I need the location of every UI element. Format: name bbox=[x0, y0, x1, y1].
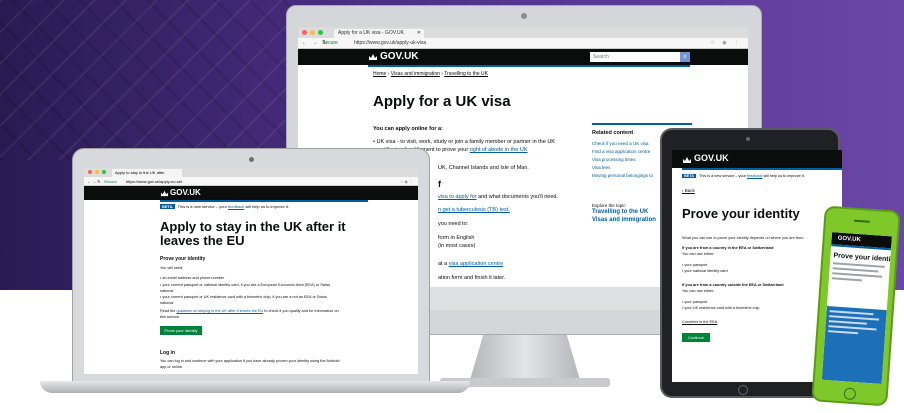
phone-speaker bbox=[853, 219, 870, 223]
phone-home-button bbox=[843, 387, 857, 401]
search-icon[interactable]: ⌕ bbox=[680, 52, 690, 62]
list-item: • your national identity card bbox=[682, 269, 728, 273]
gov-header: GOV.UK bbox=[672, 150, 842, 168]
feedback-link[interactable]: feedback bbox=[747, 174, 762, 178]
list-item: UK visa - to visit, work, study or join … bbox=[373, 138, 583, 146]
crown-icon bbox=[160, 190, 169, 197]
secure-label: Secure bbox=[104, 179, 117, 184]
non-eea-heading: If you are from a country outside the EE… bbox=[682, 283, 784, 287]
list-item: • an email address and phone number bbox=[160, 276, 225, 280]
govuk-logo[interactable]: GOV.UK bbox=[694, 153, 729, 163]
section-heading: Prove your identity bbox=[160, 256, 206, 262]
most-cases-text: (in most cases) bbox=[438, 243, 476, 249]
finish-later-text: ation form and finish it later. bbox=[438, 275, 506, 281]
monitor-stand bbox=[470, 335, 580, 380]
need-text: you need to: bbox=[438, 221, 469, 227]
login-heading: Log in bbox=[160, 350, 175, 356]
browser-toolbar-icons[interactable]: ☆ ◉ ⋮ bbox=[400, 177, 413, 186]
laptop-screen: Apply to stay in the UK after ← → ↻ Secu… bbox=[84, 168, 418, 374]
govuk-logo[interactable]: GOV.UK bbox=[170, 188, 201, 197]
secure-label: Secure bbox=[322, 40, 338, 46]
page-title: Prove your identity bbox=[682, 206, 800, 221]
back-link[interactable]: ‹ Back bbox=[682, 188, 695, 193]
address-bar[interactable]: ← → ↻ Secure https://www.gov.uk/apply-uk… bbox=[298, 38, 748, 49]
guidance-text: Read the guidance on staying in the UK a… bbox=[160, 309, 339, 319]
close-window-icon[interactable] bbox=[302, 30, 307, 35]
header-underline bbox=[368, 65, 690, 67]
header-underline bbox=[682, 168, 842, 170]
intro-text: What you can use to prove your identity … bbox=[682, 236, 805, 240]
browser-tab[interactable]: Apply for a UK visa - GOV.UK ✕ bbox=[334, 29, 424, 38]
crown-icon bbox=[683, 157, 691, 163]
phone-screen: GOV.UK Prove your identity bbox=[821, 232, 892, 384]
minimize-window-icon[interactable] bbox=[310, 30, 315, 35]
list-item: • your current passport or UK residence … bbox=[160, 295, 327, 305]
breadcrumb: Home › Visas and immigration › Travellin… bbox=[373, 71, 488, 77]
need-label: You will need: bbox=[160, 266, 184, 270]
body-text-lines bbox=[829, 262, 890, 283]
laptop-base bbox=[40, 381, 470, 393]
guidance-link[interactable]: guidance on staying in the UK after it l… bbox=[176, 309, 263, 313]
close-tab-icon[interactable]: ✕ bbox=[417, 29, 421, 38]
tab-title: Apply for a UK visa - GOV.UK bbox=[338, 30, 404, 36]
breadcrumb-travelling[interactable]: Travelling to the UK bbox=[444, 71, 488, 77]
list-item: • your passport bbox=[682, 263, 708, 267]
feedback-link[interactable]: feedback bbox=[228, 204, 244, 209]
laptop-camera bbox=[249, 157, 254, 162]
beta-banner: BETA This is a new service – your feedbac… bbox=[160, 204, 289, 209]
page-title: Apply to stay in the UK after it leaves … bbox=[160, 219, 346, 248]
crown-icon bbox=[369, 54, 377, 60]
english-text: form in English bbox=[438, 235, 475, 241]
search-input[interactable]: Search bbox=[590, 52, 680, 62]
beta-tag: BETA bbox=[682, 174, 697, 178]
blue-panel bbox=[821, 305, 887, 384]
maximize-window-icon[interactable] bbox=[102, 170, 106, 174]
list-item: • your current passport or national iden… bbox=[160, 283, 331, 293]
gov-header: GOV.UK bbox=[84, 186, 418, 200]
maximize-window-icon[interactable] bbox=[318, 30, 323, 35]
minimize-window-icon[interactable] bbox=[95, 170, 99, 174]
page-title: Apply for a UK visa bbox=[373, 93, 511, 110]
tablet-camera bbox=[746, 137, 750, 141]
heading-fragment: f bbox=[438, 179, 441, 189]
login-text: You can log in and continue with your ap… bbox=[160, 359, 340, 369]
use-either-text: You can use either: bbox=[682, 252, 715, 256]
isle-text: UK, Channel Islands and Isle of Man. bbox=[438, 165, 529, 171]
browser-toolbar-icons[interactable]: ☆ ◉ ⋮ bbox=[710, 38, 742, 49]
govuk-logo[interactable]: GOV.UK bbox=[380, 51, 419, 63]
prove-identity-button[interactable]: Prove your identity bbox=[160, 326, 202, 335]
visa-centre-link[interactable]: visa application centre bbox=[449, 261, 503, 267]
gov-header: GOV.UK Search ⌕ bbox=[298, 49, 748, 65]
browser-tabbar: Apply for a UK visa - GOV.UK ✕ bbox=[298, 27, 748, 38]
address-bar[interactable]: ← → ↻ Secure https://www.gov.uk/apply-eu… bbox=[84, 177, 418, 186]
tb-test-link[interactable]: n get a tuberculosis (TB) test. bbox=[438, 207, 510, 213]
continue-button[interactable]: Continue bbox=[682, 333, 710, 342]
phone-frame: GOV.UK Prove your identity bbox=[811, 205, 901, 407]
monitor-camera bbox=[521, 13, 527, 19]
breadcrumb-visas[interactable]: Visas and immigration bbox=[391, 71, 440, 77]
browser-tabbar: Apply to stay in the UK after bbox=[84, 168, 418, 177]
browser-tab[interactable]: Apply to stay in the UK after bbox=[112, 169, 182, 177]
beta-tag: BETA bbox=[160, 204, 175, 209]
beta-banner: BETA This is a new service – your feedbac… bbox=[682, 174, 805, 178]
url-text[interactable]: https://www.gov.uk/apply-eu-set bbox=[126, 177, 182, 186]
tablet-home-button bbox=[738, 385, 748, 395]
close-window-icon[interactable] bbox=[88, 170, 92, 174]
nav-arrows-icon[interactable]: ← → ↻ bbox=[87, 177, 101, 186]
visa-to-apply-link[interactable]: visa to apply for bbox=[438, 194, 477, 200]
eea-heading: If you are from a country in the EEA or … bbox=[682, 246, 774, 250]
background-keyboard bbox=[0, 0, 300, 160]
right-of-abode-link[interactable]: right of abode in the UK bbox=[470, 147, 528, 153]
breadcrumb-home[interactable]: Home bbox=[373, 71, 386, 77]
header-underline bbox=[160, 200, 368, 202]
url-text[interactable]: https://www.gov.uk/apply-uk-visa bbox=[354, 38, 426, 49]
intro-text: You can apply online for a: bbox=[373, 126, 443, 132]
